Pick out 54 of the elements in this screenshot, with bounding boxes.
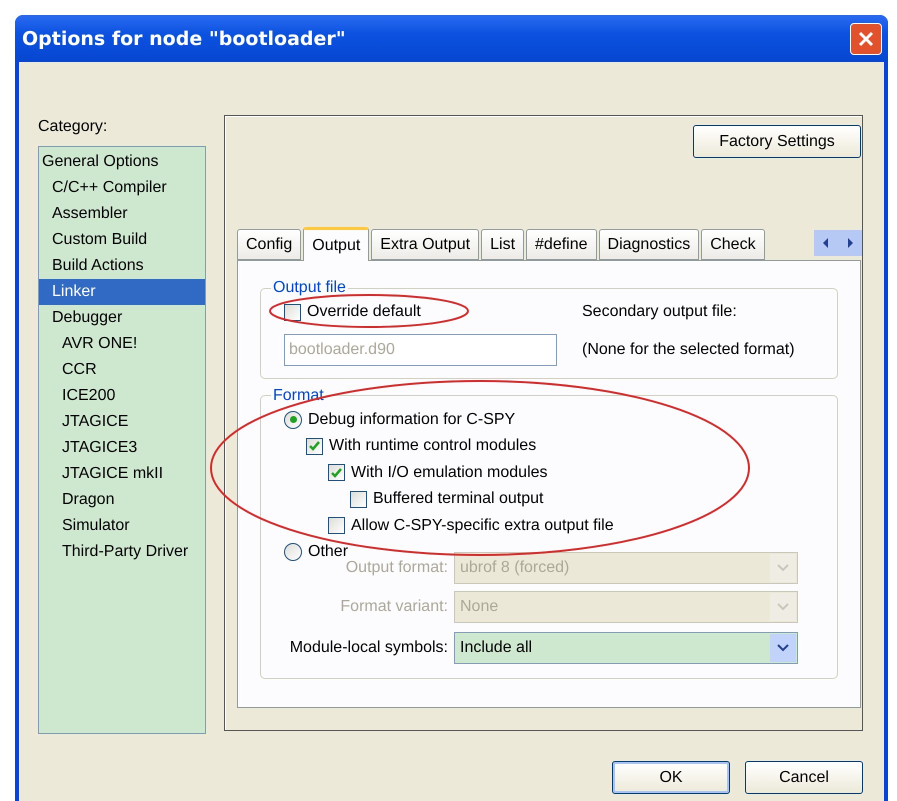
option-label: Debug information for C-SPY (308, 410, 516, 429)
category-item[interactable]: C/C++ Compiler (39, 175, 205, 201)
category-item[interactable]: Dragon (39, 487, 205, 513)
option-label: With I/O emulation modules (351, 464, 548, 482)
tab[interactable]: Diagnostics (598, 229, 700, 260)
right-arrow-icon (846, 238, 854, 248)
option-label: Allow C-SPY-specific extra output file (351, 516, 614, 535)
tab[interactable]: List (481, 229, 524, 260)
category-item[interactable]: JTAGICE3 (39, 435, 205, 461)
dialog-button[interactable]: OK (612, 761, 730, 794)
category-item[interactable]: JTAGICE (39, 409, 205, 435)
category-item[interactable]: Debugger (39, 305, 205, 331)
select-label: Module-local symbols: (288, 638, 448, 656)
dropdown[interactable]: Include all (454, 632, 798, 664)
tab[interactable]: Output (303, 227, 370, 261)
secondary-output-label: Secondary output file: (582, 303, 738, 322)
window-title: Options for node "bootloader" (22, 28, 346, 50)
category-item[interactable]: Custom Build (39, 227, 205, 253)
close-button[interactable] (850, 22, 882, 54)
category-item[interactable]: Linker (39, 279, 205, 305)
tab[interactable]: #define (526, 229, 597, 260)
category-item[interactable]: General Options (39, 149, 205, 175)
category-item[interactable]: Third-Party Driver (39, 539, 205, 565)
option-label: Buffered terminal output (373, 490, 544, 508)
select-label: Output format: (344, 558, 448, 576)
left-arrow-icon (822, 238, 830, 248)
category-item[interactable]: Simulator (39, 513, 205, 539)
category-item[interactable]: JTAGICE mkII (39, 461, 205, 487)
checkbox[interactable] (350, 490, 367, 508)
select-label: Format variant: (339, 598, 448, 616)
category-item[interactable]: CCR (39, 357, 205, 383)
secondary-output-value: (None for the selected format) (582, 340, 796, 358)
category-item[interactable]: Assembler (39, 201, 205, 227)
dialog-button[interactable]: Cancel (745, 761, 863, 794)
category-item[interactable]: AVR ONE! (39, 331, 205, 357)
option-label: With runtime control modules (329, 437, 536, 456)
radio-button[interactable] (284, 543, 302, 562)
checkbox[interactable] (306, 438, 323, 455)
option-label: Other (308, 543, 348, 560)
checkbox[interactable] (328, 517, 345, 534)
radio-button[interactable] (284, 410, 302, 429)
category-item[interactable]: ICE200 (39, 383, 205, 409)
tab[interactable]: Extra Output (371, 229, 480, 260)
option-label: Override default (307, 303, 421, 322)
factory-settings-button[interactable]: Factory Settings (693, 125, 861, 158)
category-label: Category: (38, 118, 108, 136)
checkbox[interactable] (328, 464, 345, 482)
tab[interactable]: Check (701, 229, 765, 260)
tab[interactable]: Config (237, 229, 302, 260)
close-icon (858, 30, 874, 46)
checkbox[interactable] (284, 304, 301, 321)
group-title: Output file (272, 279, 347, 297)
tab-scroll-buttons[interactable] (814, 230, 862, 256)
category-item[interactable]: Build Actions (39, 253, 205, 279)
